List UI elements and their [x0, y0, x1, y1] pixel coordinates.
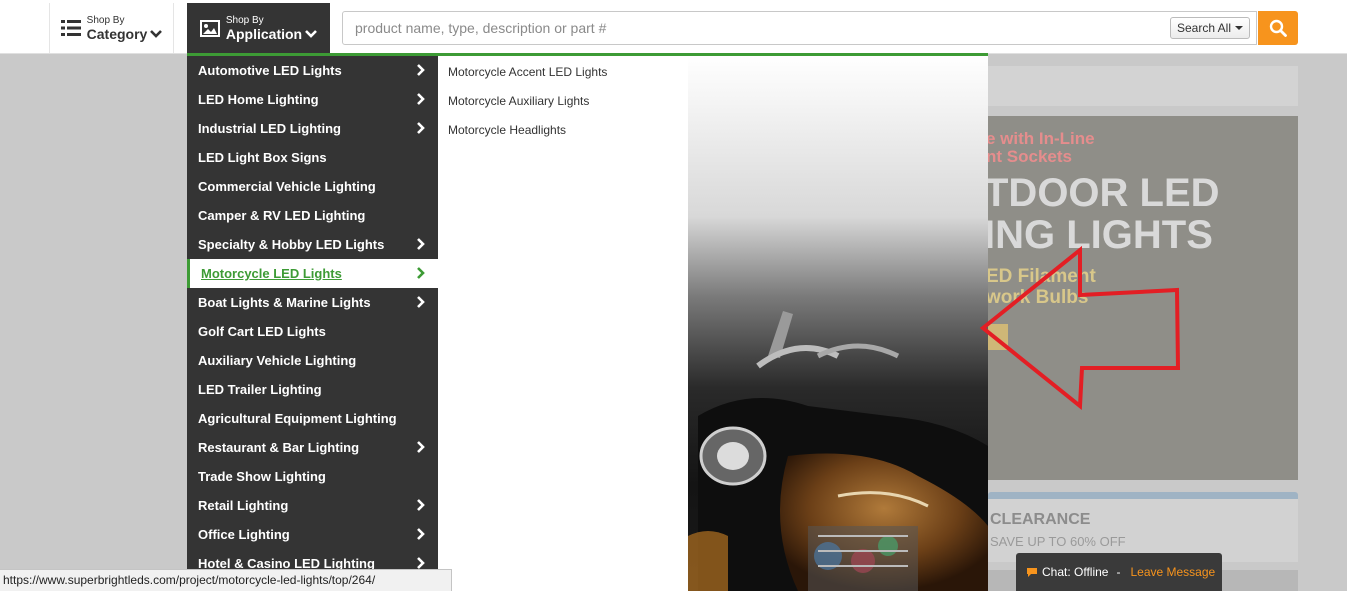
menu-item-label: Office Lighting [198, 527, 290, 542]
menu-item[interactable]: Boat Lights & Marine Lights [187, 288, 438, 317]
menu-item-label: LED Home Lighting [198, 92, 319, 107]
menu-item[interactable]: Camper & RV LED Lighting [187, 201, 438, 230]
shop-by-label: Shop By [86, 14, 125, 26]
banner-headline-1: TDOOR LED [988, 171, 1220, 215]
menu-item-label: Trade Show Lighting [198, 469, 326, 484]
chevron-right-icon [417, 267, 425, 279]
menu-item-label: LED Light Box Signs [198, 150, 327, 165]
image-icon [199, 19, 220, 37]
menu-item[interactable]: LED Home Lighting [187, 85, 438, 114]
menu-item[interactable]: Office Lighting [187, 520, 438, 549]
leave-message-link[interactable]: Leave Message [1130, 565, 1215, 579]
menu-item[interactable]: Motorcycle LED Lights [187, 259, 438, 288]
caret-down-icon [1235, 26, 1243, 30]
chevron-right-icon [417, 93, 425, 105]
search-scope-select[interactable]: Search All [1169, 17, 1250, 39]
banner-line-2: nt Sockets [988, 147, 1072, 166]
menu-item-label: Golf Cart LED Lights [198, 324, 326, 339]
menu-item[interactable]: Trade Show Lighting [187, 462, 438, 491]
red-arrow-annotation [979, 245, 1181, 411]
shop-by-label: Shop By [225, 14, 264, 26]
menu-item-label: Industrial LED Lighting [198, 121, 341, 136]
shop-by-application-button[interactable]: Shop By Application [187, 3, 330, 53]
menu-item-label: Motorcycle LED Lights [201, 266, 342, 281]
application-label: Application [225, 25, 303, 42]
menu-item-label: Specialty & Hobby LED Lights [198, 237, 385, 252]
submenu-item[interactable]: Motorcycle Accent LED Lights [448, 65, 607, 79]
chat-status: Chat: Offline [1042, 565, 1109, 579]
menu-item[interactable]: Retail Lighting [187, 491, 438, 520]
chevron-right-icon [417, 557, 425, 569]
menu-item-label: Restaurant & Bar Lighting [198, 440, 360, 455]
submenu-item[interactable]: Motorcycle Headlights [448, 123, 566, 137]
menu-item-label: Camper & RV LED Lighting [198, 208, 366, 223]
category-list: Automotive LED Lights LED Home Lighting In… [187, 56, 438, 591]
menu-item[interactable]: Commercial Vehicle Lighting [187, 172, 438, 201]
menu-item-label: Auxiliary Vehicle Lighting [198, 353, 357, 368]
chevron-down-icon [305, 29, 318, 38]
menu-item[interactable]: LED Light Box Signs [187, 143, 438, 172]
menu-item[interactable]: Automotive LED Lights [187, 56, 438, 85]
search-button[interactable] [1258, 11, 1298, 45]
motorcycle-image [688, 311, 988, 591]
chat-bubble-icon [1027, 567, 1037, 577]
menu-item[interactable]: Specialty & Hobby LED Lights [187, 230, 438, 259]
banner-line-1: e with In-Line [988, 129, 1095, 148]
chat-widget[interactable]: Chat: Offline - Leave Message [1016, 553, 1222, 591]
background-bar [988, 66, 1298, 106]
clearance-banner[interactable]: CLEARANCE SAVE UP TO 60% OFF [988, 492, 1298, 562]
list-icon [60, 20, 81, 36]
clearance-subtitle: SAVE UP TO 60% OFF [990, 534, 1126, 549]
menu-item[interactable]: LED Trailer Lighting [187, 375, 438, 404]
chevron-right-icon [417, 296, 425, 308]
chevron-right-icon [417, 238, 425, 250]
menu-item-label: Retail Lighting [198, 498, 289, 513]
menu-item-label: Automotive LED Lights [198, 63, 342, 78]
clearance-title: CLEARANCE [990, 511, 1091, 528]
menu-item[interactable]: Golf Cart LED Lights [187, 317, 438, 346]
search-icon [1269, 19, 1287, 37]
chevron-down-icon [150, 29, 163, 38]
menu-item[interactable]: Restaurant & Bar Lighting [187, 433, 438, 462]
submenu-item[interactable]: Motorcycle Auxiliary Lights [448, 94, 589, 108]
chevron-right-icon [417, 64, 425, 76]
browser-status-url: https://www.superbrightleds.com/project/… [0, 569, 452, 591]
menu-item[interactable]: Auxiliary Vehicle Lighting [187, 346, 438, 375]
site-header: Shop By Category Shop By Application Sea… [0, 0, 1347, 54]
search-input[interactable] [343, 12, 1163, 44]
chevron-right-icon [417, 441, 425, 453]
chat-separator: - [1116, 565, 1121, 579]
motorcycle-feature-image[interactable] [688, 56, 988, 591]
menu-item-label: Agricultural Equipment Lighting [198, 411, 397, 426]
menu-item-label: Commercial Vehicle Lighting [198, 179, 376, 194]
subcategory-list: Motorcycle Accent LED Lights Motorcycle A… [438, 56, 688, 591]
application-mega-menu: Automotive LED Lights LED Home Lighting In… [187, 53, 988, 591]
search-bar: Search All [342, 11, 1257, 45]
shop-by-category-button[interactable]: Shop By Category [49, 3, 174, 53]
chevron-right-icon [417, 499, 425, 511]
chevron-right-icon [417, 122, 425, 134]
category-label: Category [86, 25, 148, 42]
menu-item[interactable]: Industrial LED Lighting [187, 114, 438, 143]
menu-item-label: LED Trailer Lighting [198, 382, 322, 397]
menu-item[interactable]: Agricultural Equipment Lighting [187, 404, 438, 433]
chevron-right-icon [417, 528, 425, 540]
search-scope-label: Search All [1176, 21, 1231, 35]
menu-item-label: Boat Lights & Marine Lights [198, 295, 371, 310]
